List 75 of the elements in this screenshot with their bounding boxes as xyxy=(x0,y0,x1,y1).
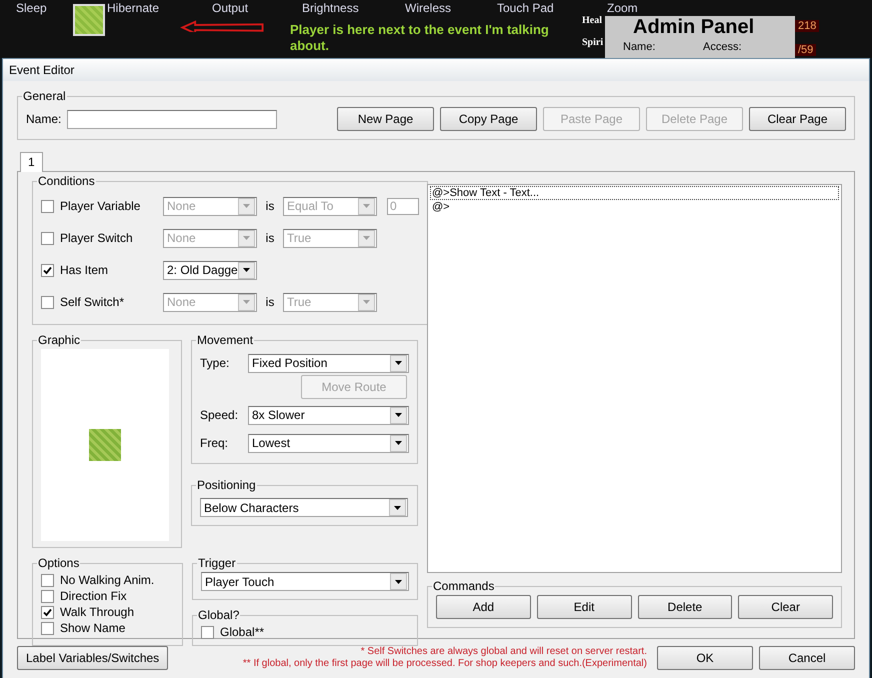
group-label: Global? xyxy=(197,608,240,622)
command-item[interactable]: @>Show Text - Text... xyxy=(430,186,839,200)
taskbar-item[interactable]: Brightness xyxy=(302,2,359,15)
taskbar-item[interactable]: Sleep xyxy=(16,2,47,15)
field-label: Speed: xyxy=(200,408,240,422)
group-label: General xyxy=(22,89,67,103)
checkbox[interactable] xyxy=(41,574,54,586)
checkbox[interactable] xyxy=(41,622,54,634)
operator-label: is xyxy=(264,295,276,309)
checkbox[interactable] xyxy=(41,264,54,276)
cancel-button[interactable]: Cancel xyxy=(759,646,855,670)
command-button[interactable]: Add xyxy=(436,595,531,619)
command-button[interactable]: Delete xyxy=(638,595,732,619)
command-item[interactable]: @> xyxy=(430,200,839,214)
checkbox-label: No Walking Anim. xyxy=(60,573,154,587)
annotation-text: Player is here next to the event I'm talking about. xyxy=(290,22,550,54)
taskbar-item[interactable]: Touch Pad xyxy=(497,2,554,15)
field-label: Type: xyxy=(200,356,230,370)
admin-panel-title: Admin Panel xyxy=(633,16,754,38)
dropdown[interactable]: Player Touch xyxy=(201,572,409,591)
taskbar-item[interactable]: Hibernate xyxy=(107,2,160,15)
dropdown[interactable]: Fixed Position xyxy=(248,354,409,372)
name-field[interactable] xyxy=(67,110,278,128)
stat-value: /59 xyxy=(795,44,816,56)
stat-label: Heal xyxy=(582,15,602,26)
checkbox[interactable] xyxy=(41,606,54,618)
page-button[interactable]: Copy Page xyxy=(440,107,537,131)
grass-tile xyxy=(73,4,105,36)
group-label: Commands xyxy=(432,579,496,593)
ok-button[interactable]: OK xyxy=(657,646,753,670)
checkbox[interactable] xyxy=(201,626,214,638)
checkbox-label: Has Item xyxy=(60,263,108,277)
group-label: Trigger xyxy=(197,556,237,570)
command-button[interactable]: Edit xyxy=(536,595,632,619)
taskbar-item[interactable]: Wireless xyxy=(405,2,452,15)
operator-label: is xyxy=(264,231,276,245)
checkbox-label: Walk Through xyxy=(60,605,134,619)
label-variables-button[interactable]: Label Variables/Switches xyxy=(17,646,168,670)
field-label: Name: xyxy=(26,112,62,126)
dropdown[interactable]: 2: Old Dagge xyxy=(163,260,257,280)
page-button[interactable]: Clear Page xyxy=(749,107,846,131)
page-button[interactable]: New Page xyxy=(337,107,434,131)
note-text: ** If global, only the first page will be processed. For shop keepers and such.(Experimental) xyxy=(242,658,647,670)
checkbox[interactable] xyxy=(41,590,54,602)
group-label: Positioning xyxy=(196,478,257,492)
taskbar-item[interactable]: Zoom xyxy=(607,2,638,15)
command-button[interactable]: Clear xyxy=(738,595,833,619)
grass-tile xyxy=(89,429,121,461)
dropdown[interactable]: Below Characters xyxy=(200,498,408,517)
group-label: Graphic xyxy=(37,333,82,347)
checkbox[interactable] xyxy=(41,232,54,244)
group-label: Conditions xyxy=(37,174,96,188)
note-text: * Self Switches are always global and will reset on server restart. xyxy=(360,646,647,658)
checkbox[interactable] xyxy=(41,296,54,308)
checkbox-label: Global** xyxy=(220,625,264,639)
window-title: Event Editor xyxy=(3,59,869,81)
taskbar-item[interactable]: Output xyxy=(212,2,248,15)
checkbox-label: Show Name xyxy=(60,621,126,635)
checkbox-label: Direction Fix xyxy=(60,589,127,603)
group-label: Movement xyxy=(196,333,254,347)
stat-label: Spiri xyxy=(582,37,604,48)
field-label: Name: xyxy=(623,41,656,54)
page-tab[interactable]: 1 xyxy=(20,152,43,172)
checkbox-label: Player Variable xyxy=(60,199,140,213)
checkbox-label: Self Switch* xyxy=(60,295,124,309)
stat-value: 218 xyxy=(795,20,820,32)
field-label: Freq: xyxy=(200,436,230,450)
operator-label: is xyxy=(264,199,276,213)
checkbox[interactable] xyxy=(41,200,54,212)
dropdown[interactable]: Lowest xyxy=(248,434,409,452)
group-label: Options xyxy=(37,556,80,570)
dropdown[interactable]: 8x Slower xyxy=(248,406,409,424)
field-label: Access: xyxy=(703,41,742,54)
graphic-preview[interactable] xyxy=(41,349,169,541)
checkbox-label: Player Switch xyxy=(60,231,133,245)
